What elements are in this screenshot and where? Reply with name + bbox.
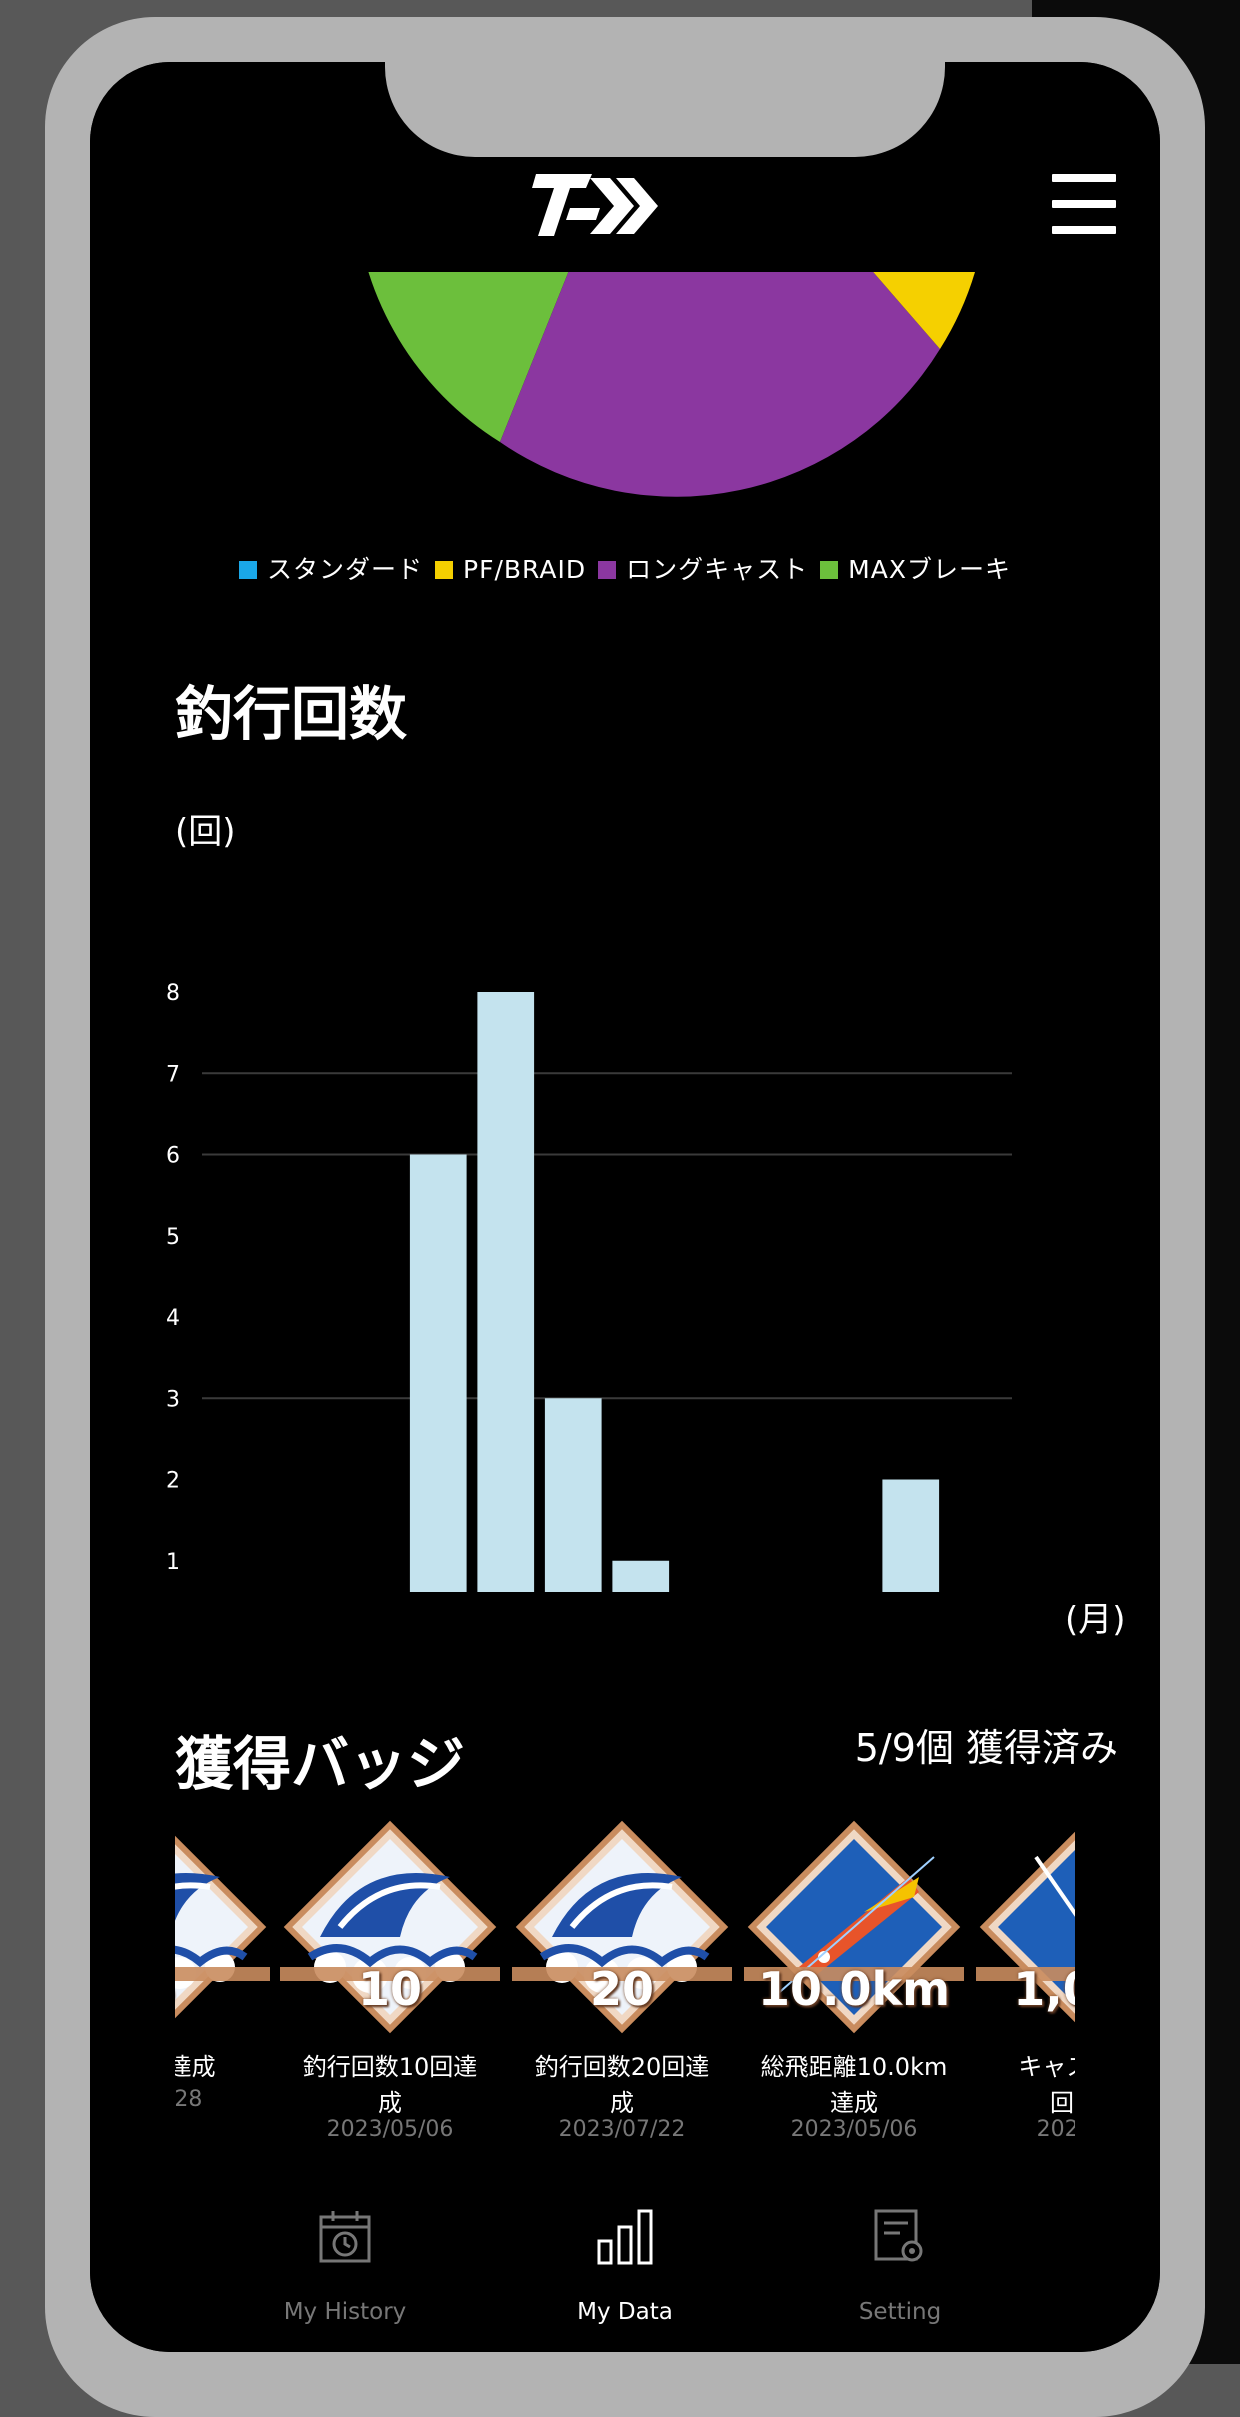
y-tick-label: 7 xyxy=(166,1062,180,1087)
y-tick-label: 3 xyxy=(166,1387,180,1412)
badge-name-line2: 成 xyxy=(610,2089,634,2117)
badge-number: 1,000 xyxy=(1013,1962,1075,2016)
badge-name-line1: 釣行回数10回達 xyxy=(302,2053,478,2081)
badge-number: 10.0km xyxy=(757,1962,951,2016)
tab-label-my-data: My Data xyxy=(577,2299,673,2325)
tab-label-setting: Setting xyxy=(858,2299,942,2325)
badge-name-line2: 成 xyxy=(378,2089,402,2117)
settings-doc-icon xyxy=(874,2209,923,2262)
bottom-tab-bar: My History My Data Setting xyxy=(90,2177,1160,2352)
badge-name-line2: 回達成 xyxy=(1050,2089,1075,2117)
hamburger-menu-icon[interactable] xyxy=(1046,168,1122,240)
bar-month-11 xyxy=(882,1479,940,1592)
bar-month-4 xyxy=(409,1154,467,1592)
badge-number: 5 xyxy=(175,1962,275,2016)
bar-chart-icon xyxy=(597,2209,653,2265)
badge-name-line1: キャスト数1 xyxy=(1018,2053,1075,2081)
y-tick-label: 1 xyxy=(166,1550,180,1575)
tab-setting[interactable]: Setting xyxy=(770,2177,1030,2352)
legend-item: MAXブレーキ xyxy=(820,555,1011,584)
legend-swatch xyxy=(598,561,617,579)
tab-my-data[interactable]: My Data xyxy=(495,2177,755,2352)
badge-item[interactable]: 1,000 キャスト数1 回達成2023/05/ xyxy=(971,1817,1075,2177)
legend-label: MAXブレーキ xyxy=(848,555,1011,584)
badge-date: 3/04/28 xyxy=(175,2087,203,2112)
daiwa-logo[interactable] xyxy=(530,170,662,242)
pie-legend: スタンダード PF/BRAID ロングキャスト MAXブレーキ xyxy=(90,550,1160,586)
badges-title: 獲得バッジ xyxy=(175,1730,466,1798)
y-tick-label: 6 xyxy=(166,1144,180,1169)
legend-label: PF/BRAID xyxy=(463,555,587,584)
y-tick-label: 4 xyxy=(166,1306,180,1331)
fishing-count-bar-chart: 012345678123456789101112 xyxy=(166,981,1012,1592)
badge-item[interactable]: 10.0km 総飛距離10.0km 達成 2023/05/06 xyxy=(739,1817,969,2177)
legend-swatch xyxy=(239,561,258,579)
y-tick-label: 5 xyxy=(166,1225,180,1250)
calendar-history-icon xyxy=(319,2211,371,2263)
app-screen: スタンダード PF/BRAID ロングキャスト MAXブレーキ 釣行回数 (回) (月… xyxy=(90,62,1160,2352)
phone-notch xyxy=(385,62,945,157)
badge-date: 2023/05/06 xyxy=(790,2117,918,2142)
badge-count: 5/9個 獲得済み xyxy=(854,1726,1118,1770)
legend-swatch xyxy=(435,561,454,579)
badge-name-line1: 数5回達成 xyxy=(175,2053,216,2081)
badge-name-line1: 総飛距離10.0km xyxy=(760,2053,948,2081)
bar-month-7 xyxy=(612,1560,670,1592)
badge-date: 2023/05/06 xyxy=(326,2117,454,2142)
y-axis-unit: (回) xyxy=(175,812,236,852)
legend-item: スタンダード xyxy=(239,555,423,584)
y-tick-label: 8 xyxy=(166,981,180,1006)
fishing-count-title: 釣行回数 xyxy=(175,680,408,748)
tab-my-history[interactable]: My History xyxy=(215,2177,475,2352)
badge-name: 釣行回数10回達成 xyxy=(275,2049,505,2121)
badge-item[interactable]: 10 釣行回数10回達成 2023/05/06 xyxy=(275,1817,505,2177)
tab-label-my-history: My History xyxy=(283,2299,407,2325)
badge-name: キャスト数1 回達成 xyxy=(971,2049,1075,2121)
badge-number: 10 xyxy=(357,1962,422,2016)
badge-carousel[interactable]: 5数5回達成3/04/2810釣行回数10回達成2023/05/0620釣行回数… xyxy=(175,1817,1075,2177)
badge-number: 20 xyxy=(589,1962,654,2016)
badge-item[interactable]: 20 釣行回数20回達成 2023/07/22 xyxy=(507,1817,737,2177)
legend-item: PF/BRAID xyxy=(435,555,586,584)
legend-swatch xyxy=(820,561,839,579)
bar-month-5 xyxy=(477,992,535,1592)
bar-month-6 xyxy=(544,1398,602,1592)
badge-date: 2023/05/ xyxy=(1036,2117,1075,2142)
legend-label: スタンダード xyxy=(267,555,424,584)
badge-name: 数5回達成 xyxy=(175,2049,275,2085)
badge-name-line2: 達成 xyxy=(830,2089,878,2117)
badge-date: 2023/07/22 xyxy=(558,2117,686,2142)
legend-label: ロングキャスト xyxy=(626,555,809,584)
badge-name: 総飛距離10.0km 達成 xyxy=(739,2049,969,2121)
badge-name: 釣行回数20回達成 xyxy=(507,2049,737,2121)
phone-frame: スタンダード PF/BRAID ロングキャスト MAXブレーキ 釣行回数 (回) (月… xyxy=(45,17,1205,2417)
legend-item: ロングキャスト xyxy=(598,555,808,584)
y-tick-label: 2 xyxy=(166,1469,180,1494)
x-axis-unit: (月) xyxy=(1065,1600,1126,1640)
badge-item[interactable]: 5 数5回達成 3/04/28 xyxy=(175,1817,275,2177)
badge-name-line1: 釣行回数20回達 xyxy=(534,2053,710,2081)
